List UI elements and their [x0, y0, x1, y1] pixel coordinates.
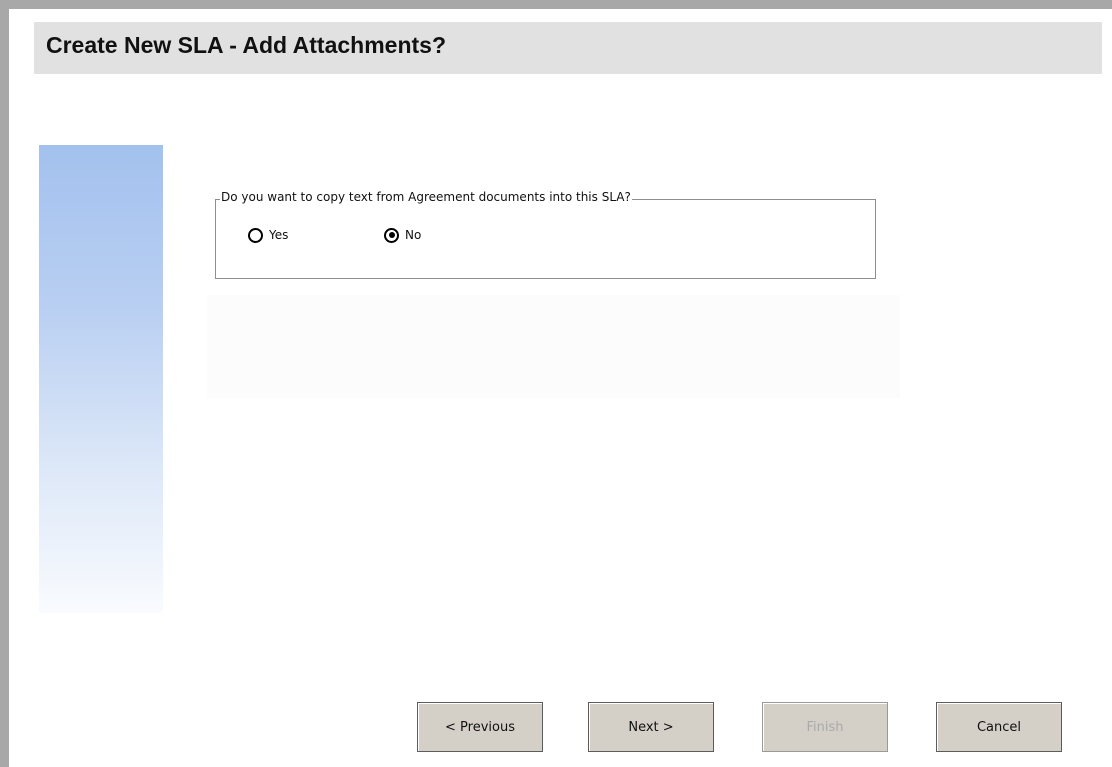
window-top-border [0, 0, 1112, 9]
empty-content-panel [207, 295, 900, 398]
radio-no-icon[interactable] [384, 227, 399, 243]
wizard-side-banner [39, 145, 163, 613]
radio-selected-dot-icon [388, 232, 395, 238]
radio-yes-icon[interactable] [248, 227, 263, 243]
previous-button[interactable]: < Previous [417, 702, 543, 752]
window-left-border [0, 0, 9, 767]
cancel-button[interactable]: Cancel [936, 702, 1062, 752]
copy-text-question: Do you want to copy text from Agreement … [220, 190, 632, 204]
wizard-window: Create New SLA - Add Attachments? Do you… [0, 0, 1112, 767]
radio-option-no[interactable]: No [384, 226, 421, 244]
radio-yes-label: Yes [269, 228, 289, 242]
page-title: Create New SLA - Add Attachments? [46, 32, 446, 58]
title-bar: Create New SLA - Add Attachments? [34, 22, 1102, 74]
radio-option-yes[interactable]: Yes [248, 226, 288, 244]
copy-text-groupbox: Do you want to copy text from Agreement … [215, 190, 876, 279]
radio-no-label: No [405, 228, 422, 242]
next-button[interactable]: Next > [588, 702, 714, 752]
finish-button[interactable]: Finish [762, 702, 888, 752]
